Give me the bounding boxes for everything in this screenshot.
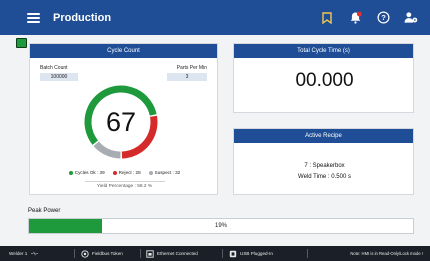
legend-reject: Reject : 28	[112, 170, 141, 175]
legend-ok: Cycles Ok : 39	[68, 170, 105, 175]
yield-divider	[85, 181, 165, 182]
cycle-time-card: Total Cycle Time (s) 00.000	[233, 43, 414, 113]
legend-suspect: Suspect : 32	[148, 170, 180, 175]
recipe-name: 7 : Speakerbox	[304, 163, 345, 169]
top-icons: ?	[320, 0, 418, 35]
cycle-gauge: 67	[81, 82, 161, 162]
status-ethernet: Ethernet Connected	[146, 246, 198, 261]
status-bar: Welder 1 Fieldbus Token Ethernet Connect…	[0, 246, 430, 261]
recipe-weld-time: Weld Time : 0.500 s	[298, 174, 351, 180]
status-divider	[74, 249, 75, 258]
parts-per-min-value: 3	[167, 73, 207, 81]
status-usb: USB Plugged-In	[229, 246, 273, 261]
parts-per-min-label: Parts Per Min	[176, 65, 207, 71]
ethernet-icon	[146, 249, 154, 258]
cycle-time-value: 00.000	[295, 70, 354, 91]
status-divider	[222, 249, 223, 258]
peak-power-percent: 19%	[214, 223, 227, 229]
ok-dot-icon	[68, 170, 73, 175]
usb-icon	[229, 250, 237, 257]
help-icon[interactable]: ?	[376, 11, 390, 25]
yield-percentage: Yield Percentage : 58.2 %	[96, 184, 153, 189]
status-note: Note: HMI is in Read-Only/Lock mode !	[350, 251, 423, 256]
status-divider	[140, 249, 141, 258]
cycle-gauge-value: 67	[105, 106, 137, 137]
active-recipe-header: Active Recipe	[234, 129, 413, 143]
cycle-time-header: Total Cycle Time (s)	[234, 44, 413, 58]
suspect-dot-icon	[148, 170, 153, 175]
gauge-legend: Cycles Ok : 39 Reject : 28 Suspect : 32	[30, 170, 219, 175]
active-recipe-card[interactable]: Active Recipe 7 : Speakerbox Weld Time :…	[233, 128, 414, 195]
batch-count-label: Batch Count	[40, 65, 68, 71]
fieldbus-icon	[81, 249, 89, 258]
link-icon	[31, 251, 39, 256]
peak-power-bar: 19%	[28, 218, 414, 234]
peak-power-label: Peak Power	[28, 208, 61, 214]
cycle-count-card: Cycle Count Batch Count 100000 Parts Per…	[29, 43, 218, 195]
svg-text:?: ?	[381, 13, 386, 22]
status-divider	[307, 249, 308, 258]
menu-icon[interactable]	[27, 12, 40, 23]
reject-dot-icon	[112, 170, 117, 175]
bell-icon[interactable]	[348, 11, 362, 25]
bookmark-icon[interactable]	[320, 11, 334, 25]
status-indicator-icon	[16, 38, 27, 48]
top-bar: Production ?	[0, 0, 430, 35]
page-title: Production	[53, 11, 112, 24]
batch-count-value: 100000	[40, 73, 78, 81]
user-settings-icon[interactable]	[404, 11, 418, 25]
status-welder: Welder 1	[9, 246, 39, 261]
cycle-count-header: Cycle Count	[30, 44, 217, 58]
status-fieldbus: Fieldbus Token	[81, 246, 123, 261]
